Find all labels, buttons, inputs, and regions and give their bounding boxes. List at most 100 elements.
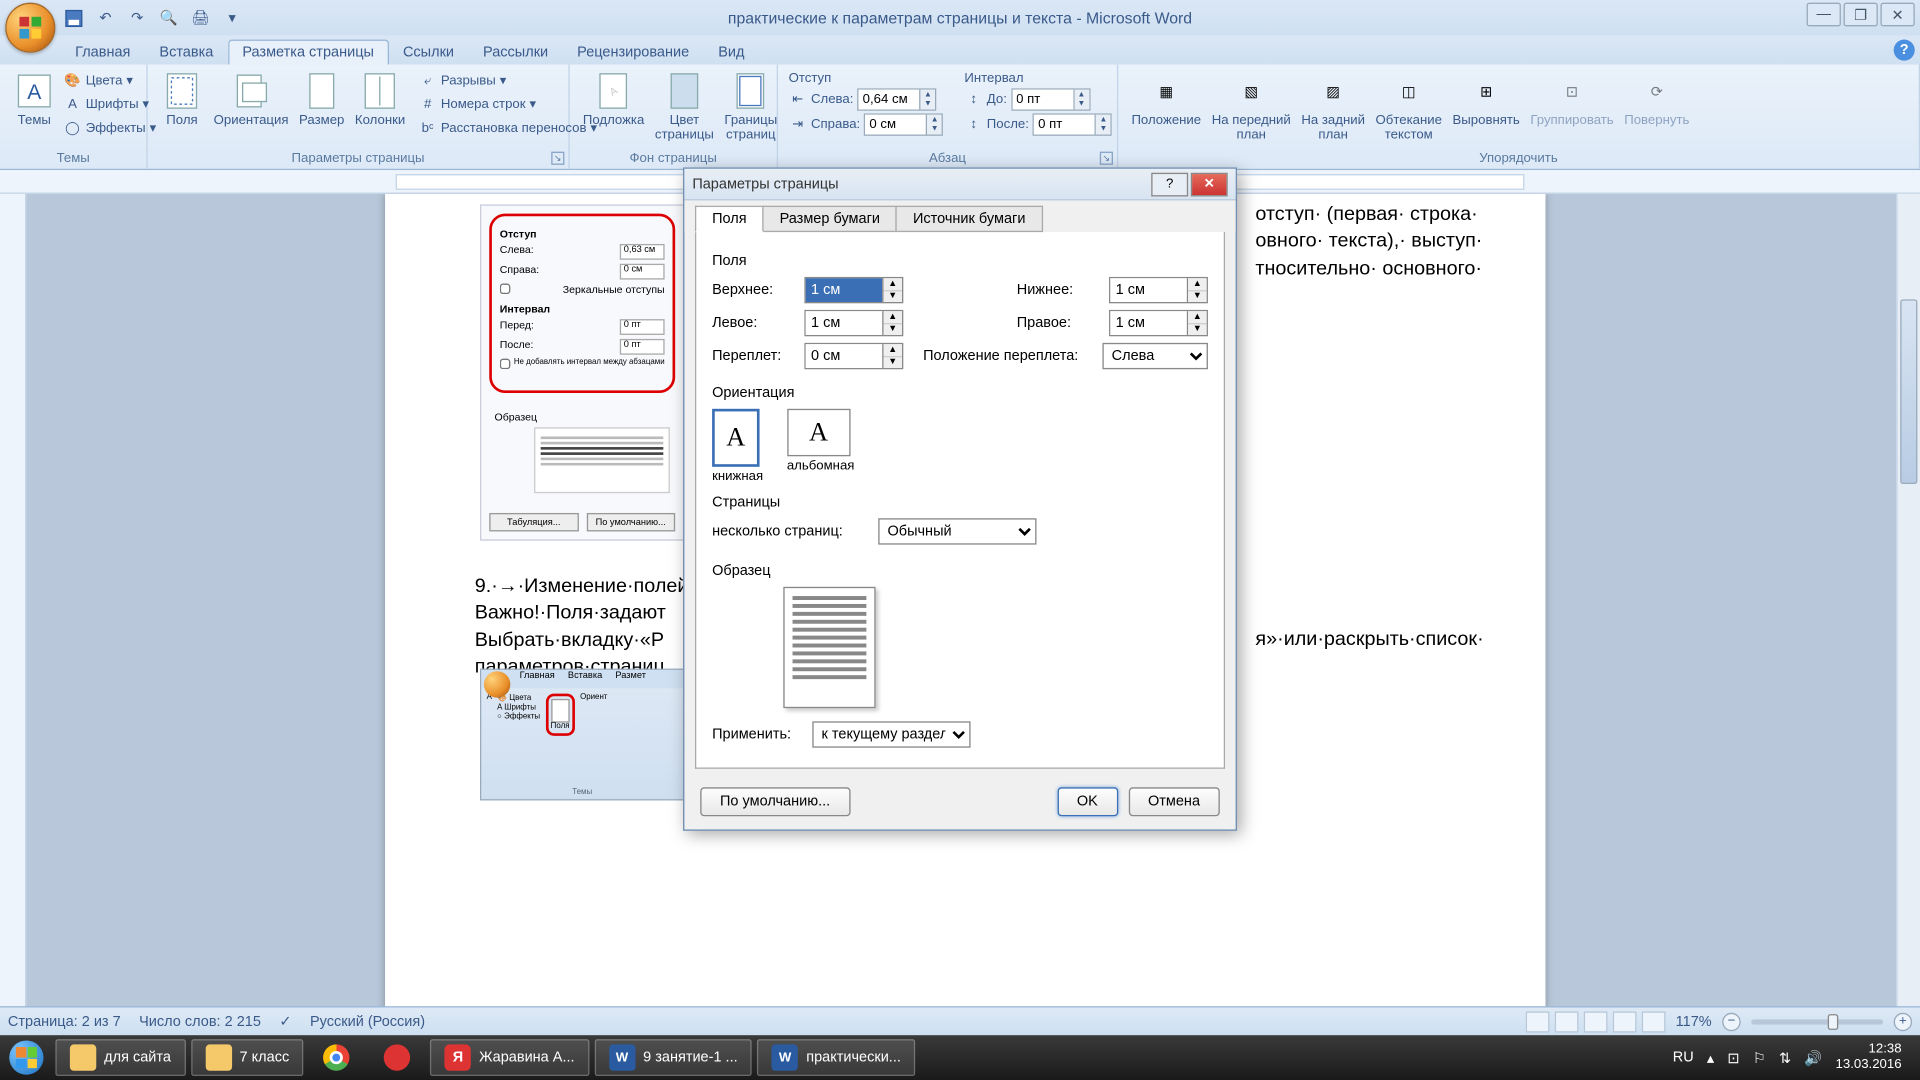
tab-home[interactable]: Главная	[61, 40, 145, 65]
taskbar-item[interactable]: для сайта	[55, 1039, 185, 1076]
tray-volume-icon[interactable]: 🔊	[1804, 1049, 1822, 1066]
top-margin-spinner[interactable]: ▲▼	[804, 277, 903, 303]
size-button[interactable]: Размер	[294, 67, 350, 138]
indent-left-spinner[interactable]: ▲▼	[857, 88, 936, 110]
vertical-scrollbar[interactable]	[1896, 194, 1920, 1030]
maximize-button[interactable]: ❐	[1844, 3, 1878, 27]
undo-icon[interactable]: ↶	[95, 7, 116, 28]
office-button[interactable]	[5, 3, 55, 53]
page-indicator[interactable]: Страница: 2 из 7	[8, 1013, 121, 1029]
vertical-ruler[interactable]	[0, 194, 26, 1030]
space-before-spinner[interactable]: ▲▼	[1011, 88, 1090, 110]
dialog-tab-paper-size[interactable]: Размер бумаги	[762, 206, 897, 232]
quick-print-icon[interactable]: 🖨	[190, 7, 211, 28]
view-draft[interactable]	[1641, 1011, 1665, 1032]
dialog-help-button[interactable]: ?	[1151, 172, 1188, 196]
tray-show-hidden-icon[interactable]: ▴	[1707, 1049, 1714, 1066]
group-button[interactable]: ⊡Группировать	[1525, 67, 1619, 145]
orientation-button[interactable]: Ориентация	[208, 67, 293, 138]
columns-button[interactable]: Колонки	[350, 67, 411, 138]
save-icon[interactable]	[63, 7, 84, 28]
preview-thumbnail	[783, 587, 875, 708]
view-outline[interactable]	[1612, 1011, 1636, 1032]
apply-to-select[interactable]: к текущему разделу	[812, 721, 970, 747]
dialog-tab-fields[interactable]: Поля	[695, 206, 764, 232]
align-button[interactable]: ⊞Выровнять	[1447, 67, 1525, 145]
indent-right-icon: ⇥	[789, 115, 807, 133]
doc-text: тносительно· основного·	[1255, 255, 1506, 282]
gutter-position-label: Положение переплета:	[923, 348, 1094, 364]
left-margin-label: Левое:	[712, 315, 796, 331]
top-margin-label: Верхнее:	[712, 282, 796, 298]
view-web-layout[interactable]	[1583, 1011, 1607, 1032]
watermark-button[interactable]: AПодложка	[578, 67, 650, 145]
dialog-tab-paper-source[interactable]: Источник бумаги	[896, 206, 1043, 232]
tray-network-icon[interactable]: ⊡	[1727, 1049, 1739, 1066]
space-before-icon: ↕	[964, 90, 982, 108]
language-indicator[interactable]: Русский (Россия)	[310, 1013, 425, 1029]
help-icon[interactable]: ?	[1894, 40, 1915, 61]
tab-references[interactable]: Ссылки	[388, 40, 468, 65]
view-print-layout[interactable]	[1525, 1011, 1549, 1032]
default-button[interactable]: По умолчанию...	[700, 787, 850, 816]
doc-text: Важно!·Поля·задают	[475, 600, 689, 627]
text-wrap-button[interactable]: ◫Обтекание текстом	[1370, 67, 1447, 145]
start-button[interactable]	[0, 1035, 53, 1080]
cancel-button[interactable]: Отмена	[1128, 787, 1220, 816]
multiple-pages-select[interactable]: Обычный	[878, 518, 1036, 544]
tab-mailings[interactable]: Рассылки	[469, 40, 563, 65]
indent-right-spinner[interactable]: ▲▼	[864, 113, 943, 135]
orientation-portrait[interactable]: Aкнижная	[712, 409, 763, 484]
tray-clock[interactable]: 12:38 13.03.2016	[1836, 1042, 1910, 1074]
minimize-button[interactable]: —	[1807, 3, 1841, 27]
margins-button[interactable]: Поля	[156, 67, 209, 138]
bottom-margin-spinner[interactable]: ▲▼	[1109, 277, 1208, 303]
ok-button[interactable]: OK	[1057, 787, 1118, 816]
position-button[interactable]: ▦Положение	[1126, 67, 1206, 145]
space-after-spinner[interactable]: ▲▼	[1033, 113, 1112, 135]
paragraph-launcher[interactable]: ↘	[1100, 152, 1113, 165]
zoom-slider[interactable]	[1751, 1019, 1883, 1024]
right-margin-spinner[interactable]: ▲▼	[1109, 310, 1208, 336]
print-preview-icon[interactable]: 🔍	[158, 7, 179, 28]
rotate-button[interactable]: ⟳Повернуть	[1619, 67, 1695, 145]
spellcheck-icon[interactable]: ✓	[279, 1013, 291, 1030]
gutter-position-select[interactable]: Слева	[1102, 343, 1207, 369]
theme-fonts[interactable]: AШрифты ▾	[61, 94, 159, 115]
orientation-landscape[interactable]: Aальбомная	[787, 409, 855, 484]
tab-page-layout[interactable]: Разметка страницы	[228, 40, 389, 65]
zoom-in-button[interactable]: +	[1894, 1012, 1912, 1030]
theme-effects[interactable]: ◯Эффекты ▾	[61, 117, 159, 138]
taskbar-item[interactable]: Wпрактически...	[757, 1039, 915, 1076]
view-full-screen[interactable]	[1554, 1011, 1578, 1032]
page-setup-launcher[interactable]: ↘	[551, 152, 564, 165]
taskbar-item[interactable]: W9 занятие-1 ...	[594, 1039, 752, 1076]
close-button[interactable]: ✕	[1880, 3, 1914, 27]
page-color-button[interactable]: Цвет страницы	[650, 67, 720, 145]
tab-review[interactable]: Рецензирование	[563, 40, 704, 65]
tray-language[interactable]: RU	[1673, 1050, 1694, 1066]
taskbar-item-opera[interactable]	[370, 1039, 425, 1076]
themes-button[interactable]: A Темы	[8, 67, 61, 138]
gutter-spinner[interactable]: ▲▼	[804, 343, 903, 369]
page-borders-button[interactable]: Границы страниц	[719, 67, 782, 145]
word-count[interactable]: Число слов: 2 215	[139, 1013, 261, 1029]
tab-insert[interactable]: Вставка	[145, 40, 228, 65]
left-margin-spinner[interactable]: ▲▼	[804, 310, 903, 336]
doc-text: отступ· (первая· строка·	[1255, 202, 1506, 229]
ribbon: A Темы 🎨Цвета ▾ AШрифты ▾ ◯Эффекты ▾ Тем…	[0, 65, 1920, 170]
taskbar-item[interactable]: 7 класс	[191, 1039, 304, 1076]
send-back-button[interactable]: ▨На задний план	[1296, 67, 1370, 145]
dialog-close-button[interactable]: ✕	[1191, 172, 1228, 196]
tray-usb-icon[interactable]: ⇅	[1779, 1049, 1791, 1066]
tab-view[interactable]: Вид	[704, 40, 759, 65]
theme-colors[interactable]: 🎨Цвета ▾	[61, 70, 159, 91]
zoom-out-button[interactable]: −	[1722, 1012, 1740, 1030]
bring-front-button[interactable]: ▧На передний план	[1206, 67, 1296, 145]
taskbar-item[interactable]: ЯЖаравина А...	[430, 1039, 589, 1076]
redo-icon[interactable]: ↷	[127, 7, 148, 28]
qat-more-icon[interactable]: ▾	[222, 7, 243, 28]
tray-action-center-icon[interactable]: ⚐	[1753, 1049, 1766, 1066]
taskbar-item-chrome[interactable]	[309, 1039, 364, 1076]
zoom-level[interactable]: 117%	[1676, 1013, 1712, 1029]
